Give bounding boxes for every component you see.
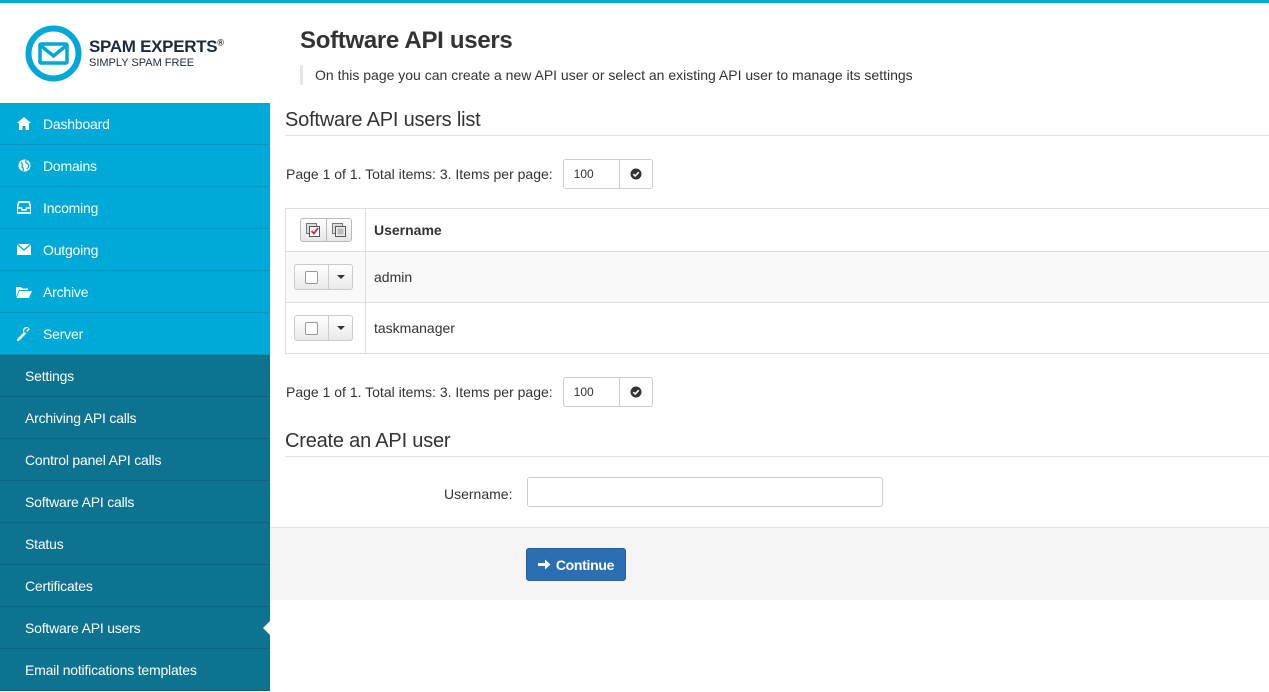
sidebar-item-label: Archiving API calls [25, 409, 137, 426]
divider [285, 135, 1269, 136]
sidebar-item-label: Email notifications templates [25, 661, 197, 678]
sidebar-item-server[interactable]: Server [0, 313, 270, 355]
main-content: Software API users On this page you can … [270, 3, 1269, 692]
sidebar-subitem-settings[interactable]: Settings [0, 355, 270, 397]
logo[interactable]: SPAM EXPERTS® SIMPLY SPAM FREE [25, 25, 255, 85]
sidebar-item-dashboard[interactable]: Dashboard [0, 103, 270, 145]
sidebar-subitem-control-panel-api-calls[interactable]: Control panel API calls [0, 439, 270, 481]
username-input[interactable] [527, 477, 883, 507]
sidebar-subitem-email-notifications-templates[interactable]: Email notifications templates [0, 649, 270, 691]
list-heading: Software API users list [285, 109, 481, 131]
brand-name: SPAM EXPERTS® [89, 37, 224, 56]
check-circle-icon [630, 168, 642, 180]
brand-tagline: SIMPLY SPAM FREE [89, 57, 195, 69]
sidebar-item-incoming[interactable]: Incoming [0, 187, 270, 229]
row-actions-dropdown[interactable] [329, 316, 352, 340]
table-header-row: Username [285, 209, 1269, 252]
select-all-icon[interactable] [301, 219, 326, 241]
caret-down-icon [336, 275, 345, 279]
sidebar: SPAM EXPERTS® SIMPLY SPAM FREE Dashboard… [0, 3, 270, 692]
sidebar-item-label: Server [43, 325, 84, 342]
pager-text: Page 1 of 1. Total items: 3. Items per p… [286, 166, 553, 182]
sidebar-item-label: Software API users [25, 619, 141, 636]
logo-envelope-icon [25, 25, 82, 82]
items-per-page-input[interactable]: 100 [562, 377, 620, 407]
globe-icon [15, 158, 33, 174]
caret-down-icon [336, 326, 345, 330]
username-label: Username: [444, 486, 513, 502]
folder-open-icon [15, 284, 33, 300]
bulk-select-controls [300, 218, 352, 242]
sidebar-subitem-archiving-api-calls[interactable]: Archiving API calls [0, 397, 270, 439]
envelope-icon [15, 242, 33, 258]
table-row: taskmanager [285, 303, 1269, 354]
wrench-icon [15, 326, 33, 342]
sidebar-item-label: Archive [43, 283, 89, 300]
apply-items-per-page-button[interactable] [619, 159, 653, 189]
sidebar-nav: Dashboard Domains Incoming Outgoing Arch… [0, 103, 270, 691]
sidebar-item-archive[interactable]: Archive [0, 271, 270, 313]
table-row: admin [285, 252, 1269, 303]
sidebar-item-label: Dashboard [43, 115, 110, 132]
row-checkbox[interactable] [305, 321, 318, 335]
sidebar-item-label: Outgoing [43, 241, 99, 258]
divider [285, 456, 1269, 457]
deselect-all-icon[interactable] [326, 219, 351, 241]
sidebar-subitem-certificates[interactable]: Certificates [0, 565, 270, 607]
sidebar-item-outgoing[interactable]: Outgoing [0, 229, 270, 271]
users-table: Username admin taskmanager [285, 208, 1269, 354]
row-checkbox[interactable] [305, 270, 318, 284]
check-circle-icon [630, 386, 642, 398]
column-header-username[interactable]: Username [366, 209, 1269, 251]
continue-button[interactable]: Continue [526, 548, 626, 581]
sidebar-item-label: Certificates [25, 577, 93, 594]
pager-text: Page 1 of 1. Total items: 3. Items per p… [286, 384, 553, 400]
select-column-header [286, 209, 366, 251]
pager-top: Page 1 of 1. Total items: 3. Items per p… [286, 159, 653, 189]
row-actions-dropdown[interactable] [329, 265, 352, 289]
sidebar-item-label: Incoming [43, 199, 99, 216]
sidebar-subitem-software-api-calls[interactable]: Software API calls [0, 481, 270, 523]
sidebar-item-label: Domains [43, 157, 97, 174]
row-select-control [294, 315, 353, 341]
home-icon [15, 116, 33, 132]
sidebar-subitem-software-api-users[interactable]: Software API users [0, 607, 270, 649]
continue-label: Continue [555, 556, 615, 573]
sidebar-subitem-status[interactable]: Status [0, 523, 270, 565]
pager-bottom: Page 1 of 1. Total items: 3. Items per p… [286, 377, 653, 407]
arrow-right-icon [537, 559, 551, 570]
items-per-page-input[interactable]: 100 [562, 159, 620, 189]
sidebar-item-label: Control panel API calls [25, 451, 162, 468]
username-cell[interactable]: admin [366, 252, 1269, 302]
apply-items-per-page-button[interactable] [619, 377, 653, 407]
page-description: On this page you can create a new API us… [300, 65, 913, 85]
sidebar-item-label: Status [25, 535, 64, 552]
username-cell[interactable]: taskmanager [366, 303, 1269, 353]
sidebar-item-label: Software API calls [25, 493, 135, 510]
create-heading: Create an API user [285, 430, 451, 452]
inbox-icon [15, 200, 33, 216]
row-select-control [294, 264, 353, 290]
form-actions: Continue [270, 527, 1269, 600]
sidebar-item-domains[interactable]: Domains [0, 145, 270, 187]
page-title: Software API users [300, 27, 513, 54]
sidebar-item-label: Settings [25, 367, 74, 384]
